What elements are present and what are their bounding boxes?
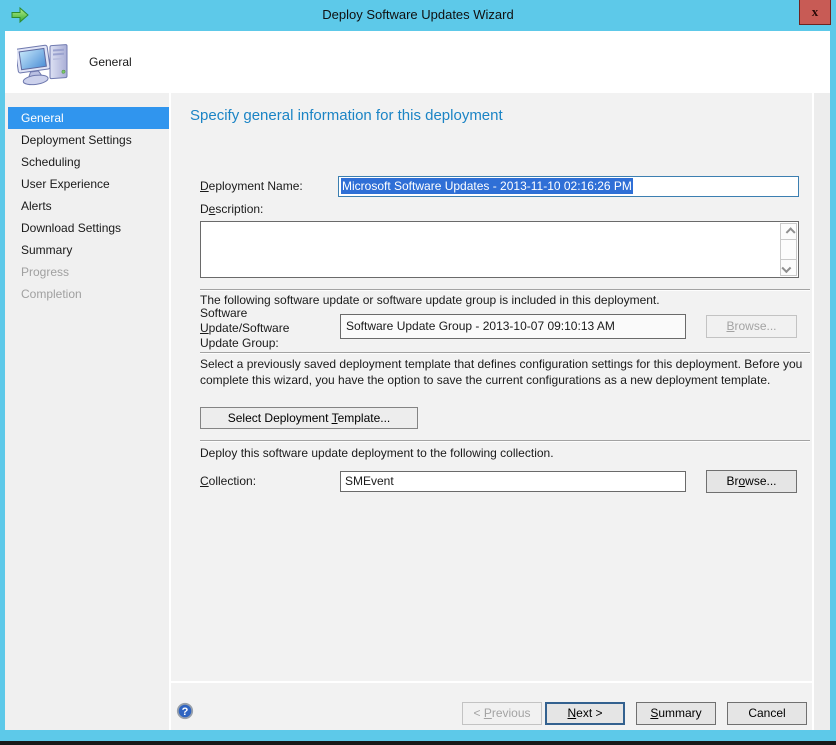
scrollbar-up-button[interactable]	[781, 224, 796, 240]
deployment-name-label: Deployment Name:	[200, 179, 303, 193]
update-group-label: Software Update/SoftwareUpdate Group:	[200, 306, 335, 351]
window-border-right	[830, 31, 836, 741]
group-separator-3	[200, 440, 810, 442]
nav-item-summary[interactable]: Summary	[8, 239, 169, 261]
deployment-name-input[interactable]: Microsoft Software Updates - 2013-11-10 …	[338, 176, 799, 197]
nav-item-download-settings[interactable]: Download Settings	[8, 217, 169, 239]
collection-label: Collection:	[200, 474, 256, 488]
collection-note: Deploy this software update deployment t…	[200, 445, 812, 461]
browse-update-group-button: Browse...	[706, 315, 797, 338]
chevron-down-icon	[781, 263, 791, 273]
next-button[interactable]: Next >	[545, 702, 625, 725]
description-textarea[interactable]	[200, 221, 799, 278]
cancel-button[interactable]: Cancel	[727, 702, 807, 725]
footer-divider	[171, 681, 812, 683]
wizard-nav-sidebar: General Deployment Settings Scheduling U…	[5, 93, 169, 730]
nav-item-deployment-settings[interactable]: Deployment Settings	[8, 129, 169, 151]
svg-text:?: ?	[182, 706, 189, 718]
nav-item-completion: Completion	[8, 283, 169, 305]
selected-text: Microsoft Software Updates - 2013-11-10 …	[341, 178, 633, 194]
template-note: Select a previously saved deployment tem…	[200, 356, 812, 388]
window-border-bottom	[0, 730, 836, 741]
computer-icon	[17, 38, 71, 86]
chevron-up-icon	[786, 227, 796, 237]
nav-item-general[interactable]: General	[8, 107, 169, 129]
titlebar[interactable]: Deploy Software Updates Wizard x	[0, 0, 836, 31]
deploy-software-updates-wizard-window: Deploy Software Updates Wizard x	[0, 0, 836, 745]
description-scrollbar[interactable]	[780, 223, 797, 276]
window-title: Deploy Software Updates Wizard	[0, 0, 836, 31]
update-group-field: Software Update Group - 2013-10-07 09:10…	[340, 314, 686, 339]
nav-item-scheduling[interactable]: Scheduling	[8, 151, 169, 173]
summary-button[interactable]: Summary	[636, 702, 716, 725]
wizard-header: General	[5, 31, 830, 93]
collection-field[interactable]: SMEvent	[340, 471, 686, 492]
description-label: Description:	[200, 202, 263, 216]
nav-item-alerts[interactable]: Alerts	[8, 195, 169, 217]
previous-button: < Previous	[462, 702, 542, 725]
group-separator-2	[200, 352, 810, 354]
wizard-content-pane: Specify general information for this dep…	[171, 93, 830, 730]
help-icon[interactable]: ?	[176, 702, 194, 720]
scrollbar-track[interactable]	[781, 240, 796, 259]
nav-item-user-experience[interactable]: User Experience	[8, 173, 169, 195]
group-separator-1	[200, 289, 810, 291]
close-button[interactable]: x	[799, 0, 831, 25]
header-page-title: General	[89, 31, 132, 93]
browse-collection-button[interactable]: Browse...	[706, 470, 797, 493]
nav-item-progress: Progress	[8, 261, 169, 283]
page-heading: Specify general information for this dep…	[190, 107, 503, 124]
content-right-gutter	[814, 93, 830, 730]
select-deployment-template-button[interactable]: Select Deployment Template...	[200, 407, 418, 429]
scrollbar-down-button[interactable]	[781, 259, 796, 275]
